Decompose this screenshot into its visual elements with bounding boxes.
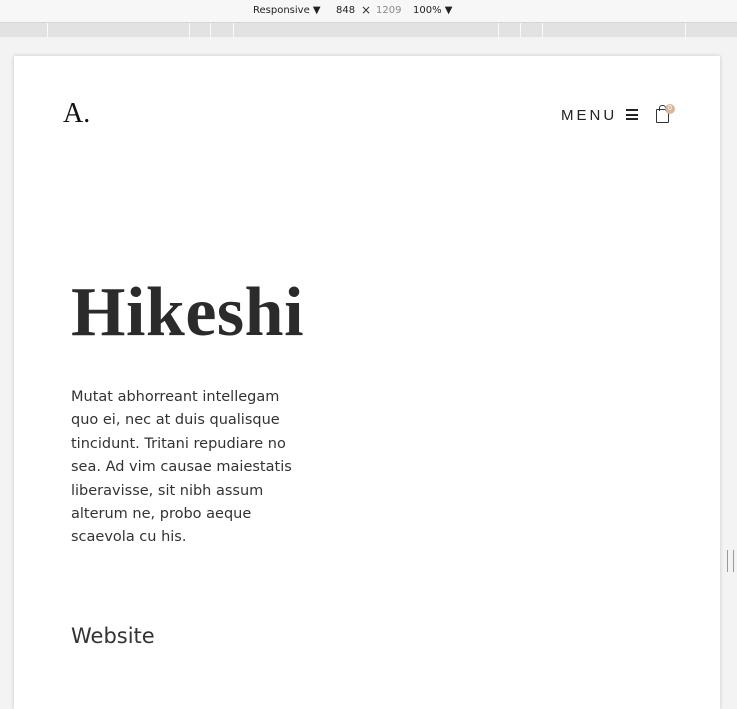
hamburger-icon[interactable] [626, 109, 638, 120]
page-viewport: A. MENU 0 Hikeshi Mutat abhorreant intel… [14, 56, 720, 709]
devtools-toolbar: Responsive ▼ 848 × 1209 100% ▼ [0, 0, 737, 23]
media-query-segment[interactable] [234, 23, 499, 37]
site-logo[interactable]: A. [63, 98, 90, 130]
media-query-bar [0, 23, 737, 37]
chevron-down-icon: ▼ [444, 5, 453, 16]
chevron-down-icon: ▼ [312, 5, 321, 16]
device-mode-label: Responsive [253, 5, 310, 16]
media-query-segment[interactable] [211, 23, 234, 37]
resize-handle-icon[interactable] [727, 550, 734, 572]
zoom-select[interactable]: 100% ▼ [413, 5, 452, 16]
media-query-segment[interactable] [48, 23, 190, 37]
device-mode-select[interactable]: Responsive ▼ [253, 5, 321, 16]
height-input[interactable]: 1209 [376, 5, 401, 16]
width-input[interactable]: 848 [336, 5, 355, 16]
cart-count-badge: 0 [665, 104, 675, 114]
media-query-segment[interactable] [499, 23, 521, 37]
project-description: Mutat abhorreant intellegam quo ei, nec … [71, 389, 292, 546]
media-query-segment[interactable] [686, 23, 737, 37]
times-icon: × [361, 3, 372, 17]
shopping-bag-icon[interactable]: 0 [655, 104, 675, 123]
media-query-segment[interactable] [543, 23, 686, 37]
media-query-segment[interactable] [190, 23, 211, 37]
menu-button[interactable]: MENU [561, 107, 617, 124]
website-heading: Website [71, 624, 155, 648]
media-query-segment[interactable] [521, 23, 543, 37]
zoom-label: 100% [413, 5, 442, 16]
media-query-segment[interactable] [0, 23, 48, 37]
page-title: Hikeshi [71, 274, 305, 351]
